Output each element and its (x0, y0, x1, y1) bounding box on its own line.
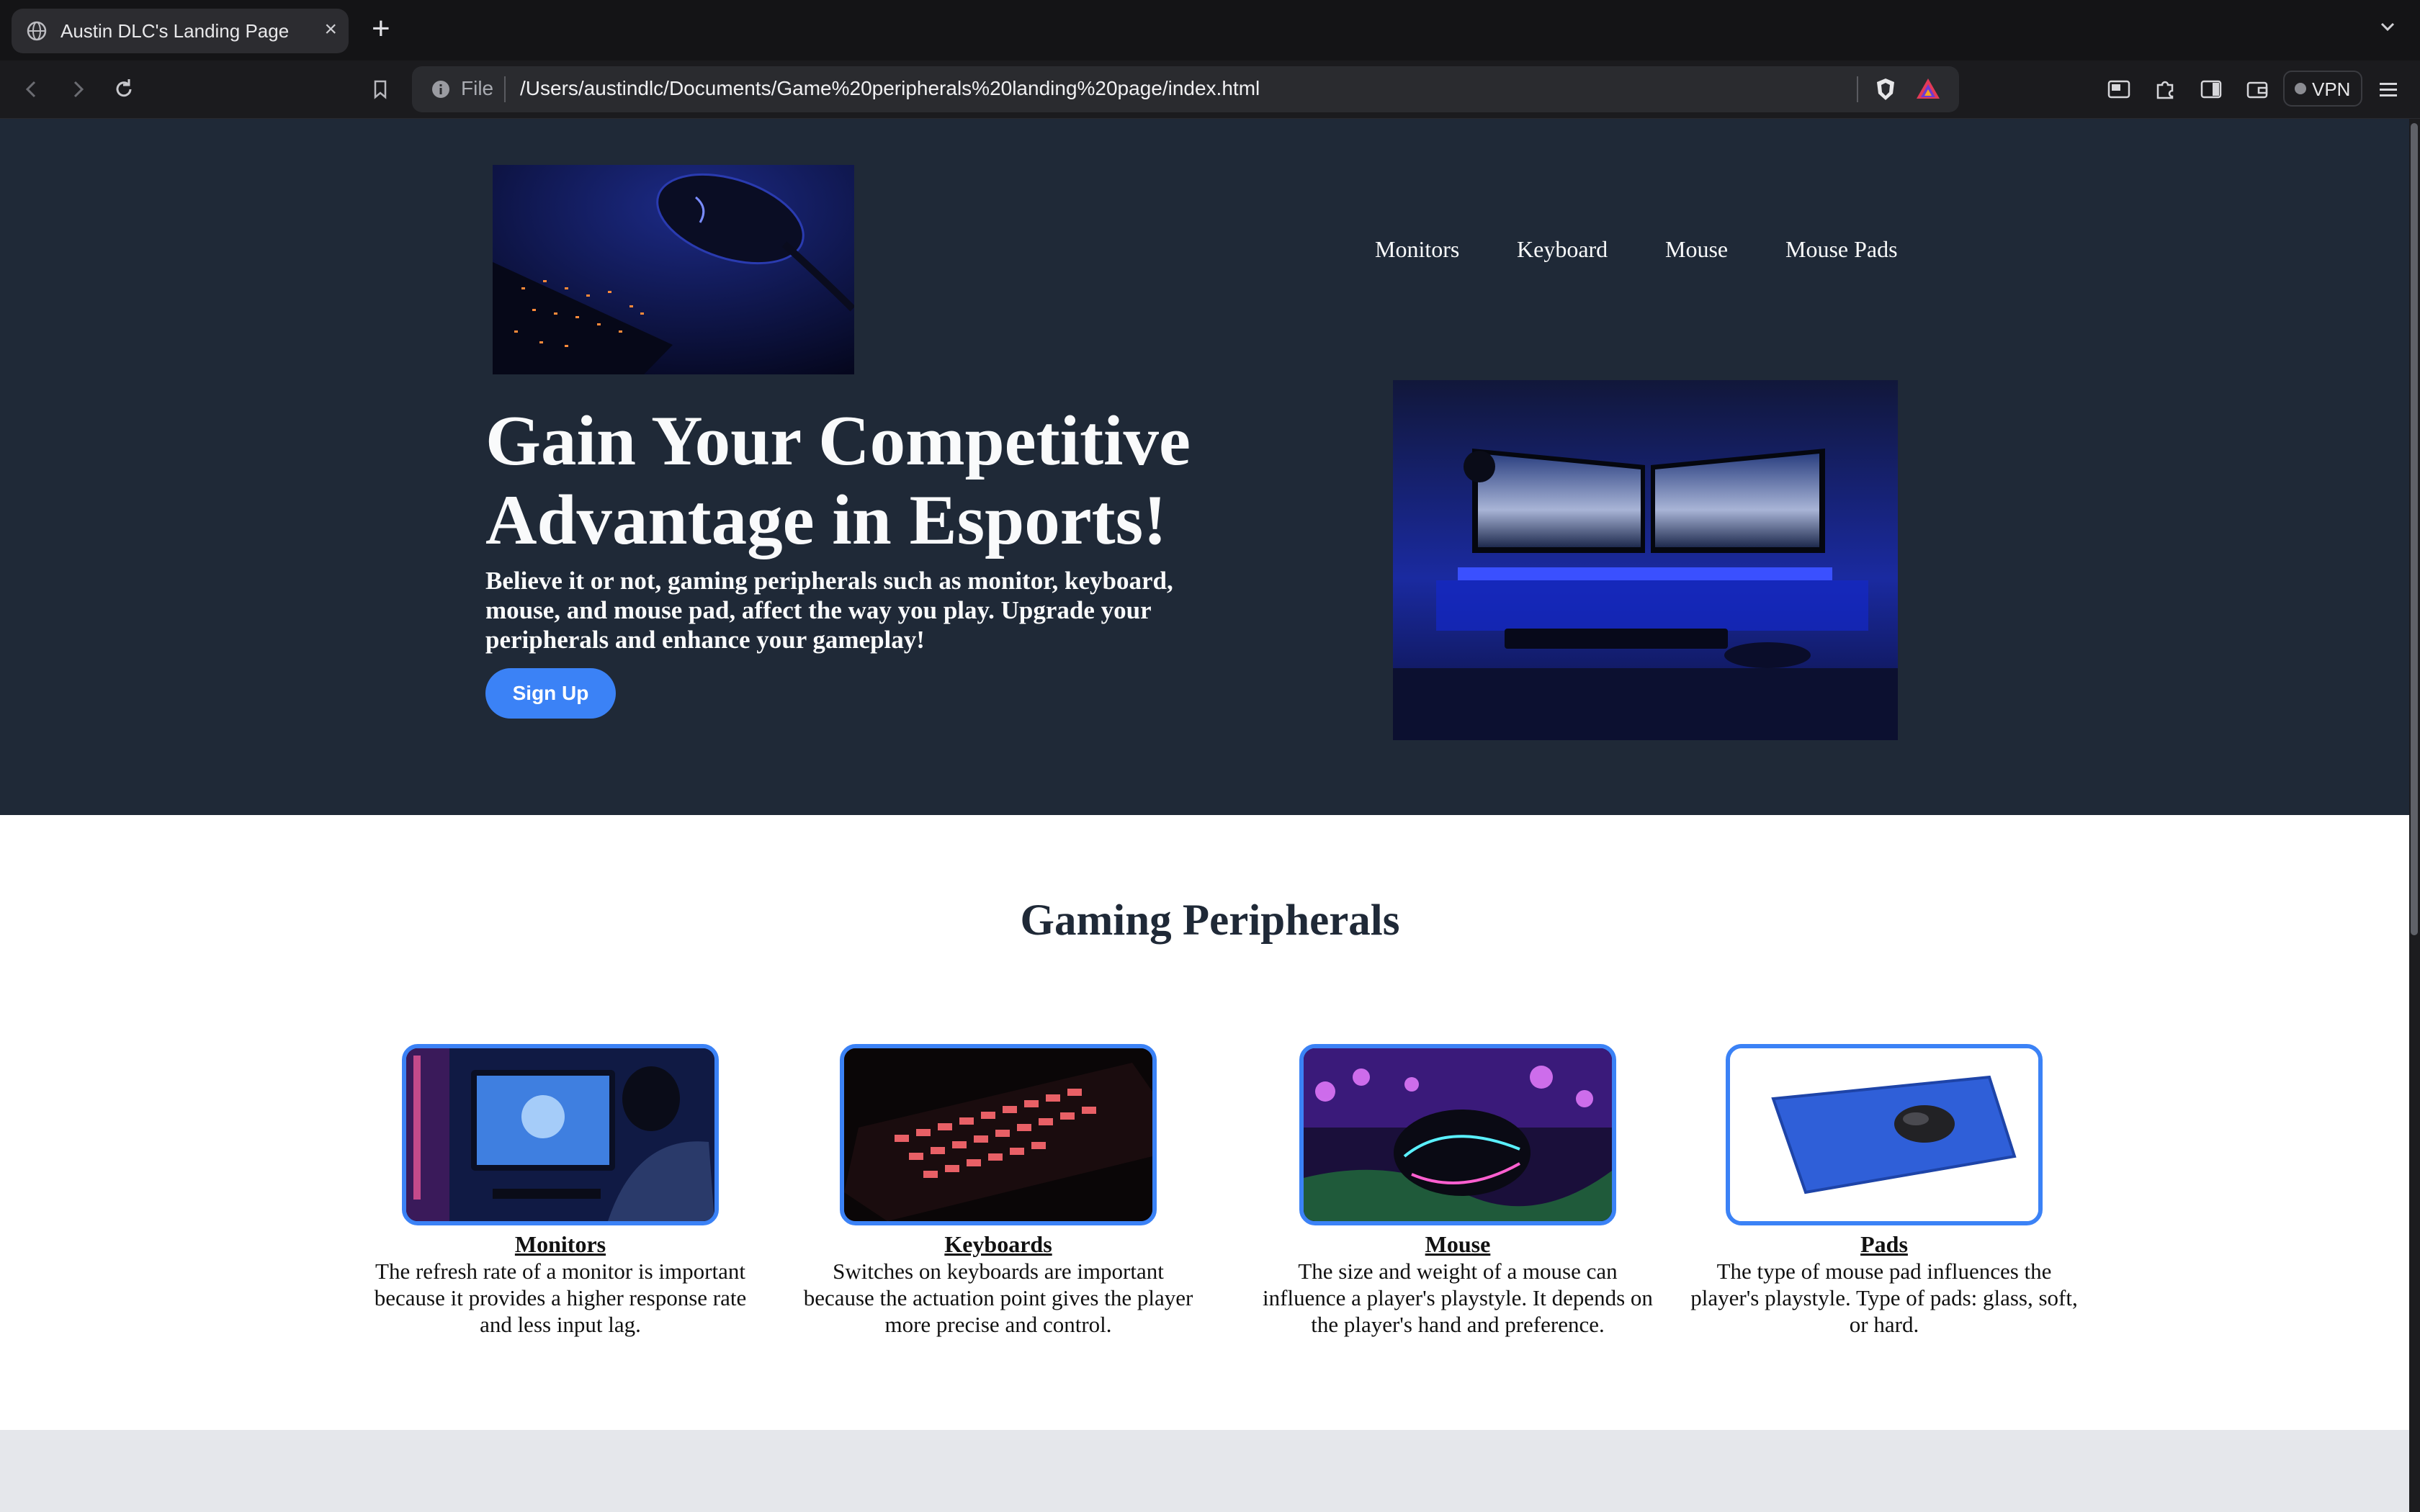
feature-card-keyboards: Keyboards Switches on keyboards are impo… (775, 1044, 1222, 1338)
vpn-button[interactable]: VPN (2283, 71, 2362, 107)
mouse-pad-image (1726, 1044, 2043, 1225)
card-description-mouse: The size and weight of a mouse can influ… (1263, 1259, 1653, 1337)
feature-card-pads: Pads The type of mouse pad influences th… (1661, 1044, 2107, 1338)
mouse-image (1299, 1044, 1616, 1225)
card-description-keyboards: Switches on keyboards are important beca… (803, 1259, 1193, 1337)
browser-toolbar: File /Users/austindlc/Documents/Game%20p… (0, 60, 2420, 119)
address-divider (504, 76, 506, 102)
address-url[interactable]: /Users/austindlc/Documents/Game%20periph… (520, 77, 1260, 100)
hero-subhead: Believe it or not, gaming peripherals su… (485, 567, 1173, 654)
sign-up-button[interactable]: Sign Up (485, 668, 616, 719)
wallet-icon[interactable] (2244, 76, 2270, 102)
address-scheme: File (461, 77, 494, 99)
address-divider-right (1857, 76, 1858, 102)
info-icon[interactable] (429, 78, 452, 101)
tab-strip: Austin DLC's Landing Page × + (0, 0, 2420, 60)
nav-link-keyboard[interactable]: Keyboard (1517, 236, 1608, 263)
bookmark-icon[interactable] (366, 75, 395, 104)
hero-logo-image (493, 165, 856, 374)
brave-rewards-icon[interactable] (1914, 76, 1942, 102)
extensions-icon[interactable] (2152, 76, 2178, 102)
tab-list-icon[interactable] (2377, 16, 2398, 37)
monitors-image (402, 1044, 719, 1225)
hero-headline: Gain Your Competitive Advantage in Espor… (485, 402, 1191, 559)
feature-card-monitors: Monitors The refresh rate of a monitor i… (337, 1044, 784, 1338)
address-bar[interactable]: File /Users/austindlc/Documents/Game%20p… (412, 66, 1959, 112)
globe-icon (26, 20, 48, 42)
close-tab-icon[interactable]: × (324, 17, 337, 42)
feature-card-mouse: Mouse The size and weight of a mouse can… (1234, 1044, 1681, 1338)
menu-icon[interactable] (2375, 76, 2401, 102)
hero-setup-image (1393, 380, 1898, 740)
new-tab-button[interactable]: + (372, 13, 390, 45)
card-title-keyboards[interactable]: Keyboards (775, 1231, 1222, 1258)
scrollbar-thumb[interactable] (2411, 123, 2418, 935)
keyboards-image (840, 1044, 1157, 1225)
reload-icon[interactable] (109, 75, 138, 104)
card-description-monitors: The refresh rate of a monitor is importa… (374, 1259, 747, 1337)
nav-link-monitors[interactable]: Monitors (1375, 236, 1459, 263)
reader-mode-icon[interactable] (2106, 76, 2132, 102)
back-icon[interactable] (17, 75, 46, 104)
tab-title: Austin DLC's Landing Page (60, 20, 290, 42)
brave-shield-icon[interactable] (1873, 76, 1899, 102)
card-title-monitors[interactable]: Monitors (337, 1231, 784, 1258)
nav-link-mouse-pads[interactable]: Mouse Pads (1785, 236, 1898, 263)
card-title-pads[interactable]: Pads (1661, 1231, 2107, 1258)
page-scrollbar[interactable] (2409, 119, 2420, 1512)
features-title: Gaming Peripherals (1020, 896, 1400, 945)
footer-section (0, 1430, 2409, 1512)
card-title-mouse[interactable]: Mouse (1234, 1231, 1681, 1258)
vpn-label: VPN (2312, 78, 2351, 100)
vpn-status-dot (2295, 83, 2306, 94)
card-description-pads: The type of mouse pad influences the pla… (1690, 1259, 2078, 1337)
nav-link-mouse[interactable]: Mouse (1665, 236, 1728, 263)
browser-tab[interactable]: Austin DLC's Landing Page × (12, 9, 349, 53)
forward-icon[interactable] (63, 75, 92, 104)
sidebar-icon[interactable] (2198, 76, 2224, 102)
